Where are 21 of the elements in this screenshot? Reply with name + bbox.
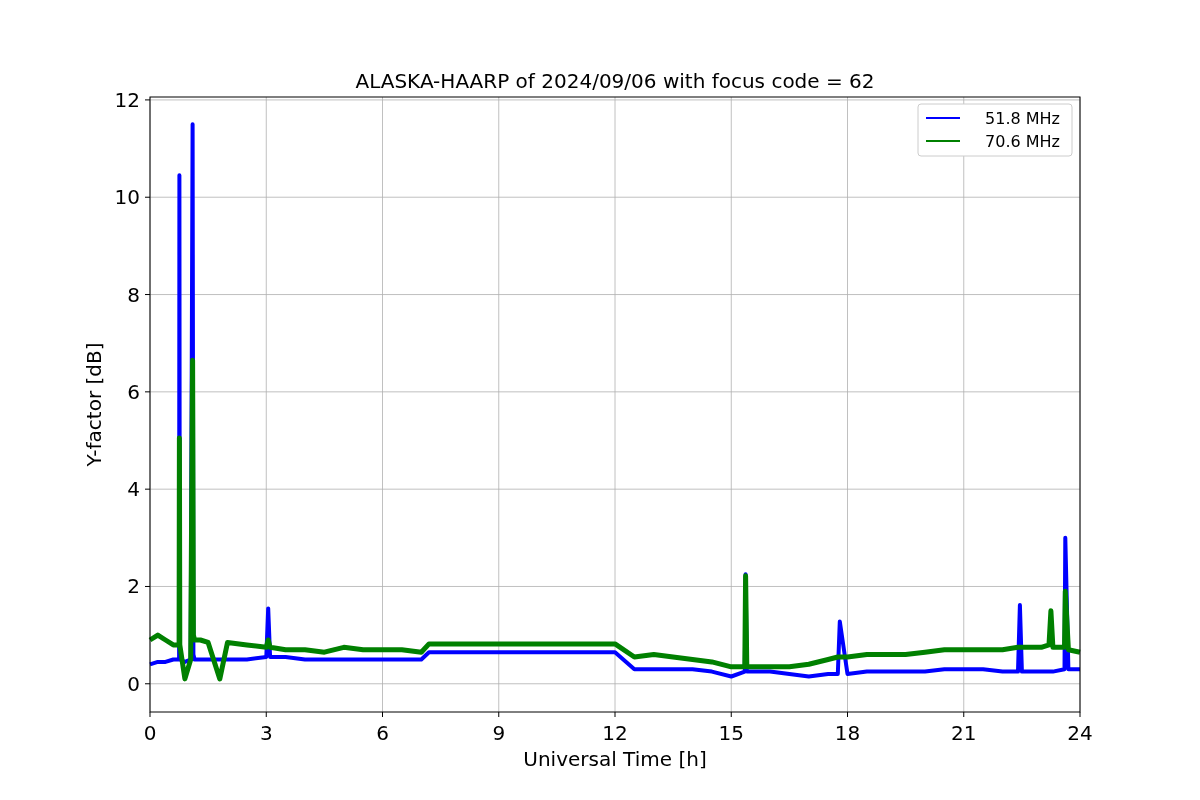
chart-title: ALASKA-HAARP of 2024/09/06 with focus code = 62 (355, 69, 875, 93)
x-tick-label: 6 (376, 721, 389, 745)
x-tick-label: 15 (718, 721, 744, 745)
y-tick-label: 10 (114, 185, 140, 210)
x-tick-label: 21 (951, 721, 977, 745)
x-tick-label: 12 (602, 721, 628, 745)
legend-label: 51.8 MHz (985, 109, 1060, 128)
y-tick-label: 4 (127, 477, 140, 502)
x-tick-label: 3 (259, 721, 273, 745)
x-tick-label: 18 (834, 721, 861, 745)
x-tick-label: 24 (1067, 721, 1093, 745)
y-tick-label: 12 (114, 87, 140, 112)
y-tick-label: 6 (127, 379, 140, 404)
y-tick-label: 0 (127, 671, 140, 696)
legend-label: 70.6 MHz (985, 132, 1060, 151)
x-tick-label: 0 (143, 721, 157, 745)
y-tick-label: 2 (127, 574, 140, 599)
y-tick-label: 8 (127, 282, 140, 307)
x-axis-label: Universal Time [h] (523, 747, 707, 771)
y-axis-label: Y-factor [dB] (82, 342, 106, 467)
x-tick-label: 9 (492, 721, 506, 745)
